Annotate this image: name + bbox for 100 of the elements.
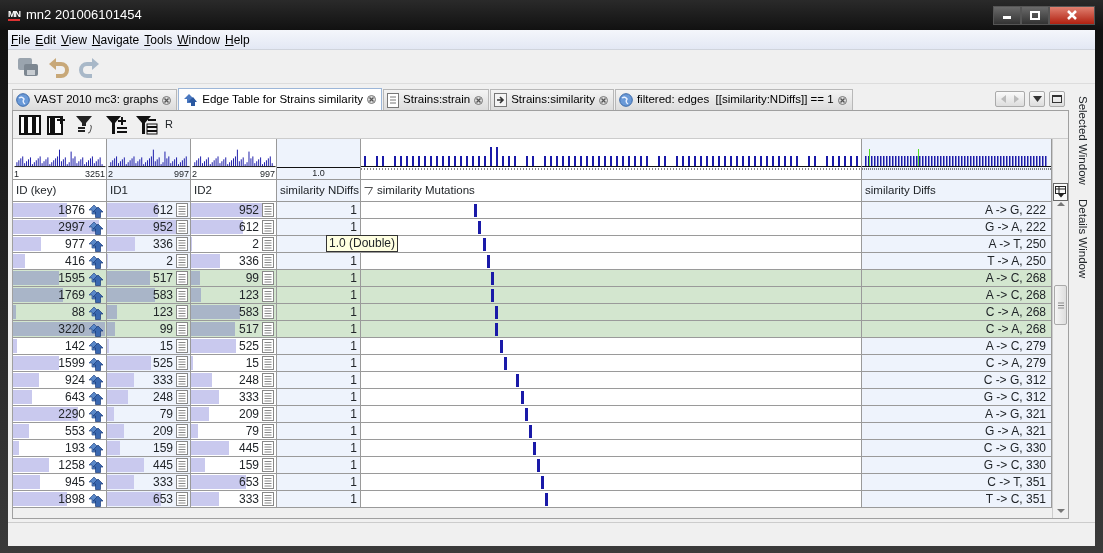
- tab[interactable]: Strains:strain: [383, 89, 490, 110]
- list-icon[interactable]: [262, 407, 274, 421]
- cell-value: 1876: [58, 203, 85, 217]
- cell-value: 123: [152, 305, 173, 319]
- list-icon[interactable]: [262, 339, 274, 353]
- menu-item[interactable]: Help: [224, 30, 255, 49]
- arrows-icon[interactable]: [88, 321, 104, 337]
- arrows-icon[interactable]: [88, 457, 104, 473]
- undo-icon[interactable]: [48, 55, 70, 78]
- side-tab[interactable]: Selected Window: [1073, 96, 1091, 185]
- arrows-icon[interactable]: [88, 253, 104, 269]
- menu-item[interactable]: Edit: [35, 30, 62, 49]
- arrows-icon[interactable]: [88, 304, 104, 320]
- list-icon[interactable]: [176, 288, 188, 302]
- menu-item[interactable]: Tools: [144, 30, 178, 49]
- cell-value: 952: [238, 203, 259, 217]
- list-icon[interactable]: [262, 203, 274, 217]
- list-icon[interactable]: [262, 475, 274, 489]
- list-icon[interactable]: [262, 288, 274, 302]
- column-header[interactable]: similarity Diffs: [862, 180, 1052, 202]
- close-icon[interactable]: [598, 95, 608, 105]
- list-icon[interactable]: [176, 492, 188, 506]
- close-icon[interactable]: [474, 95, 484, 105]
- arrows-icon[interactable]: [88, 491, 104, 507]
- list-icon[interactable]: [262, 373, 274, 387]
- side-tab[interactable]: Details Window: [1073, 198, 1091, 279]
- tab-list-button[interactable]: [1029, 91, 1045, 107]
- list-icon[interactable]: [176, 220, 188, 234]
- list-icon[interactable]: [176, 458, 188, 472]
- list-icon[interactable]: [176, 441, 188, 455]
- list-icon[interactable]: [176, 373, 188, 387]
- list-icon[interactable]: [176, 475, 188, 489]
- close-icon[interactable]: [367, 95, 377, 104]
- column-header[interactable]: ID (key): [13, 180, 107, 202]
- cell-value: 1: [350, 271, 357, 285]
- list-icon[interactable]: [262, 458, 274, 472]
- scrollbar-thumb[interactable]: [1054, 285, 1067, 325]
- close-icon[interactable]: [837, 95, 847, 105]
- list-icon[interactable]: [262, 356, 274, 370]
- close-button[interactable]: [1049, 5, 1095, 25]
- list-icon[interactable]: [176, 237, 188, 251]
- cell-value: 3220: [58, 322, 85, 336]
- list-icon[interactable]: [262, 424, 274, 438]
- cell-value: 2997: [58, 220, 85, 234]
- arrows-icon[interactable]: [88, 440, 104, 456]
- list-icon[interactable]: [176, 339, 188, 353]
- list-icon[interactable]: [262, 271, 274, 285]
- arrows-icon[interactable]: [88, 406, 104, 422]
- cell-value: A -> G, 321: [984, 407, 1047, 421]
- arrows-icon[interactable]: [88, 372, 104, 388]
- columns-icon[interactable]: [19, 114, 41, 135]
- arrows-icon[interactable]: [88, 219, 104, 235]
- menu-item[interactable]: File: [11, 30, 36, 49]
- redo-icon[interactable]: [78, 55, 100, 78]
- minimize-button[interactable]: [993, 5, 1021, 25]
- arrows-icon[interactable]: [88, 202, 104, 218]
- remove-filter-icon[interactable]: [135, 114, 159, 135]
- list-icon[interactable]: [262, 390, 274, 404]
- maximize-button[interactable]: [1021, 5, 1049, 25]
- arrows-icon[interactable]: [88, 423, 104, 439]
- column-menu-button[interactable]: [1053, 183, 1068, 201]
- tab[interactable]: filtered: edges [[similarity:NDiffs]] == 1: [614, 89, 853, 110]
- arrows-icon[interactable]: [88, 474, 104, 490]
- list-icon[interactable]: [176, 254, 188, 268]
- list-icon[interactable]: [176, 390, 188, 404]
- menu-item[interactable]: Navigate: [91, 30, 145, 49]
- list-icon[interactable]: [176, 407, 188, 421]
- list-icon[interactable]: [176, 305, 188, 319]
- arrows-icon[interactable]: [88, 338, 104, 354]
- column-header[interactable]: ID1: [107, 180, 191, 202]
- column-header[interactable]: ID2: [191, 180, 277, 202]
- list-icon[interactable]: [262, 305, 274, 319]
- arrows-icon[interactable]: [88, 236, 104, 252]
- menu-item[interactable]: Window: [177, 30, 225, 49]
- scroll-down-icon[interactable]: [1056, 508, 1065, 514]
- close-icon[interactable]: [162, 95, 172, 105]
- tab[interactable]: Strains:similarity: [490, 89, 614, 110]
- list-icon[interactable]: [176, 203, 188, 217]
- list-icon[interactable]: [262, 220, 274, 234]
- list-icon[interactable]: [176, 424, 188, 438]
- list-icon[interactable]: [262, 322, 274, 336]
- list-icon[interactable]: [262, 254, 274, 268]
- arrows-icon[interactable]: [88, 355, 104, 371]
- maximize-button[interactable]: [1049, 91, 1065, 107]
- arrows-icon[interactable]: [88, 287, 104, 303]
- cell-value: 123: [238, 288, 259, 302]
- menu-item[interactable]: View: [61, 30, 92, 49]
- tab[interactable]: Edge Table for Strains similarity: [178, 88, 383, 110]
- list-icon[interactable]: [176, 271, 188, 285]
- toolbar-label[interactable]: R: [165, 116, 173, 133]
- list-icon[interactable]: [176, 322, 188, 336]
- arrows-icon[interactable]: [88, 389, 104, 405]
- tab[interactable]: VAST 2010 mc3: graphs: [12, 89, 178, 110]
- list-icon[interactable]: [176, 356, 188, 370]
- list-icon[interactable]: [262, 441, 274, 455]
- list-icon[interactable]: [262, 492, 274, 506]
- arrows-icon[interactable]: [88, 270, 104, 286]
- add-filter-icon[interactable]: [105, 114, 129, 135]
- column-header[interactable]: similarity Mutations: [361, 180, 862, 202]
- list-icon[interactable]: [262, 237, 274, 251]
